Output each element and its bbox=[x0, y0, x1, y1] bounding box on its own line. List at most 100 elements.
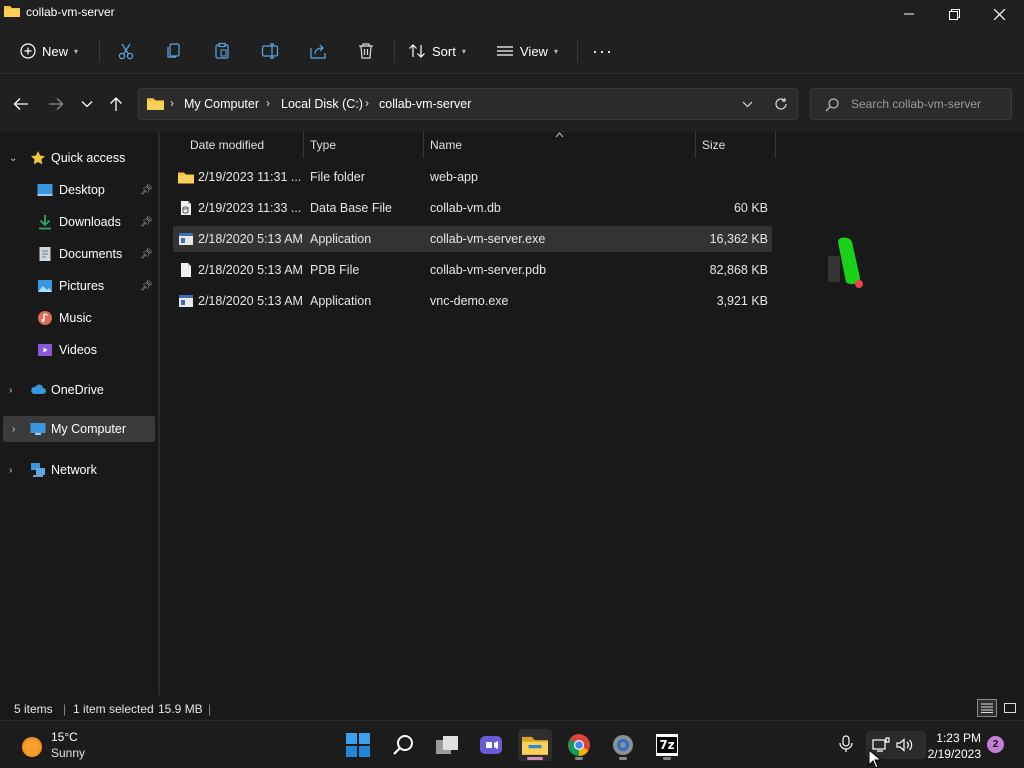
nav-item-videos[interactable]: Videos bbox=[0, 337, 156, 363]
file-type: Application bbox=[310, 232, 372, 246]
column-divider[interactable] bbox=[775, 132, 776, 158]
copy-button[interactable] bbox=[165, 36, 183, 66]
file-row[interactable]: 2/18/2020 5:13 AM Application vnc-demo.e… bbox=[173, 288, 772, 314]
details-view-button[interactable] bbox=[977, 699, 997, 717]
folder-icon bbox=[522, 736, 548, 755]
weather-temperature: 15°C bbox=[51, 730, 78, 744]
column-divider[interactable] bbox=[423, 132, 424, 158]
network-icon bbox=[31, 463, 45, 477]
breadcrumb-my-computer[interactable]: My Computer bbox=[184, 97, 259, 111]
task-view-button[interactable] bbox=[430, 729, 464, 761]
scissors-icon bbox=[118, 43, 134, 60]
nav-label: Videos bbox=[59, 343, 97, 357]
up-button[interactable] bbox=[104, 93, 128, 115]
arrow-right-icon bbox=[49, 98, 64, 110]
refresh-icon[interactable] bbox=[774, 97, 788, 111]
search-taskbar-button[interactable] bbox=[386, 729, 420, 761]
column-date-modified[interactable]: Date modified bbox=[190, 138, 264, 152]
file-name: vnc-demo.exe bbox=[430, 294, 509, 308]
nav-item-network[interactable]: › Network bbox=[0, 457, 156, 483]
search-icon bbox=[393, 735, 413, 755]
nav-item-onedrive[interactable]: › OneDrive bbox=[0, 377, 156, 403]
file-row[interactable]: 2/19/2023 11:33 ... Data Base File colla… bbox=[173, 195, 772, 221]
nav-label: Documents bbox=[59, 247, 123, 261]
file-name: collab-vm-server.exe bbox=[430, 232, 546, 246]
view-button[interactable]: View ▾ bbox=[496, 36, 558, 66]
music-icon bbox=[38, 311, 52, 325]
gear-icon bbox=[613, 735, 633, 755]
folder-icon bbox=[4, 6, 20, 17]
nav-item-documents[interactable]: Documents 📌︎ bbox=[0, 241, 156, 267]
file-date: 2/18/2020 5:13 AM bbox=[198, 232, 303, 246]
minimize-button[interactable] bbox=[886, 0, 932, 28]
chevron-right-icon: › bbox=[365, 96, 369, 110]
sevenzip-button[interactable]: 7z bbox=[650, 729, 684, 761]
nav-label: Music bbox=[59, 311, 92, 325]
restore-button[interactable] bbox=[931, 0, 977, 28]
close-button[interactable] bbox=[976, 0, 1022, 28]
file-name: collab-vm-server.pdb bbox=[430, 263, 547, 277]
selection-size: 15.9 MB bbox=[158, 702, 203, 716]
column-divider[interactable] bbox=[303, 132, 304, 158]
rename-button[interactable] bbox=[261, 36, 279, 66]
column-divider[interactable] bbox=[695, 132, 696, 158]
cut-button[interactable] bbox=[117, 36, 135, 66]
file-type: PDB File bbox=[310, 263, 360, 277]
nav-label: Quick access bbox=[51, 151, 126, 165]
nav-item-pictures[interactable]: Pictures 📌︎ bbox=[0, 273, 156, 299]
file-row[interactable]: 2/18/2020 5:13 AM PDB File collab-vm-ser… bbox=[173, 257, 772, 283]
sort-icon bbox=[409, 44, 425, 58]
download-icon bbox=[39, 215, 51, 230]
close-icon bbox=[993, 8, 1005, 20]
breadcrumb-collab-vm-server[interactable]: collab-vm-server bbox=[379, 97, 471, 111]
nav-item-quick-access[interactable]: ⌄ Quick access bbox=[0, 145, 156, 171]
column-name[interactable]: Name bbox=[430, 138, 462, 152]
chrome-button[interactable] bbox=[562, 729, 596, 761]
file-date: 2/19/2023 11:33 ... bbox=[198, 201, 302, 215]
cloud-icon bbox=[31, 384, 46, 394]
clock[interactable]: 1:23 PM 2/19/2023 bbox=[928, 730, 981, 762]
delete-button[interactable] bbox=[357, 36, 375, 66]
sort-button[interactable]: Sort ▾ bbox=[408, 36, 466, 66]
search-box[interactable]: Search collab-vm-server bbox=[810, 88, 1012, 120]
clock-time: 1:23 PM bbox=[936, 731, 981, 745]
taskbar: 15°C Sunny 7z 1:23 PM 2/19/2023 2 bbox=[0, 720, 1024, 768]
settings-button[interactable] bbox=[606, 729, 640, 761]
file-date: 2/19/2023 11:31 ... bbox=[198, 170, 302, 184]
microphone-button[interactable] bbox=[838, 735, 854, 756]
arrow-up-icon bbox=[110, 97, 122, 111]
paste-button[interactable] bbox=[213, 36, 231, 66]
share-button[interactable] bbox=[309, 36, 327, 66]
notification-badge[interactable]: 2 bbox=[987, 736, 1004, 753]
new-button[interactable]: New ▾ bbox=[20, 36, 78, 66]
file-row[interactable]: 2/18/2020 5:13 AM Application collab-vm-… bbox=[173, 226, 772, 252]
nav-label: Desktop bbox=[59, 183, 105, 197]
nav-item-music[interactable]: Music bbox=[0, 305, 156, 331]
trash-icon bbox=[359, 43, 373, 59]
nav-item-downloads[interactable]: Downloads 📌︎ bbox=[0, 209, 156, 235]
recent-locations-button[interactable] bbox=[75, 93, 99, 115]
forward-button[interactable] bbox=[44, 93, 68, 115]
breadcrumb-local-disk[interactable]: Local Disk (C:) bbox=[281, 97, 363, 111]
tiles-view-button[interactable] bbox=[1000, 699, 1020, 717]
file-explorer-taskbar-button[interactable] bbox=[518, 729, 552, 761]
back-button[interactable] bbox=[9, 93, 33, 115]
pictures-icon bbox=[38, 280, 52, 292]
file-row[interactable]: 2/19/2023 11:31 ... File folder web-app bbox=[173, 164, 772, 190]
start-button[interactable] bbox=[341, 729, 375, 761]
nav-label: Downloads bbox=[59, 215, 121, 229]
nav-label: OneDrive bbox=[51, 383, 104, 397]
search-icon bbox=[825, 98, 839, 112]
view-label: View bbox=[520, 43, 548, 59]
column-type[interactable]: Type bbox=[310, 138, 336, 152]
nav-item-my-computer[interactable]: › My Computer bbox=[3, 416, 155, 442]
column-size[interactable]: Size bbox=[702, 138, 725, 152]
divider bbox=[394, 40, 395, 62]
chevron-down-icon bbox=[81, 101, 93, 108]
more-button[interactable]: ··· bbox=[592, 36, 613, 66]
chevron-down-icon[interactable] bbox=[742, 101, 753, 108]
address-bar[interactable]: › My Computer › Local Disk (C:) › collab… bbox=[138, 88, 798, 120]
nav-item-desktop[interactable]: Desktop 📌︎ bbox=[0, 177, 156, 203]
teams-chat-button[interactable] bbox=[474, 729, 508, 761]
volume-icon bbox=[896, 738, 913, 752]
